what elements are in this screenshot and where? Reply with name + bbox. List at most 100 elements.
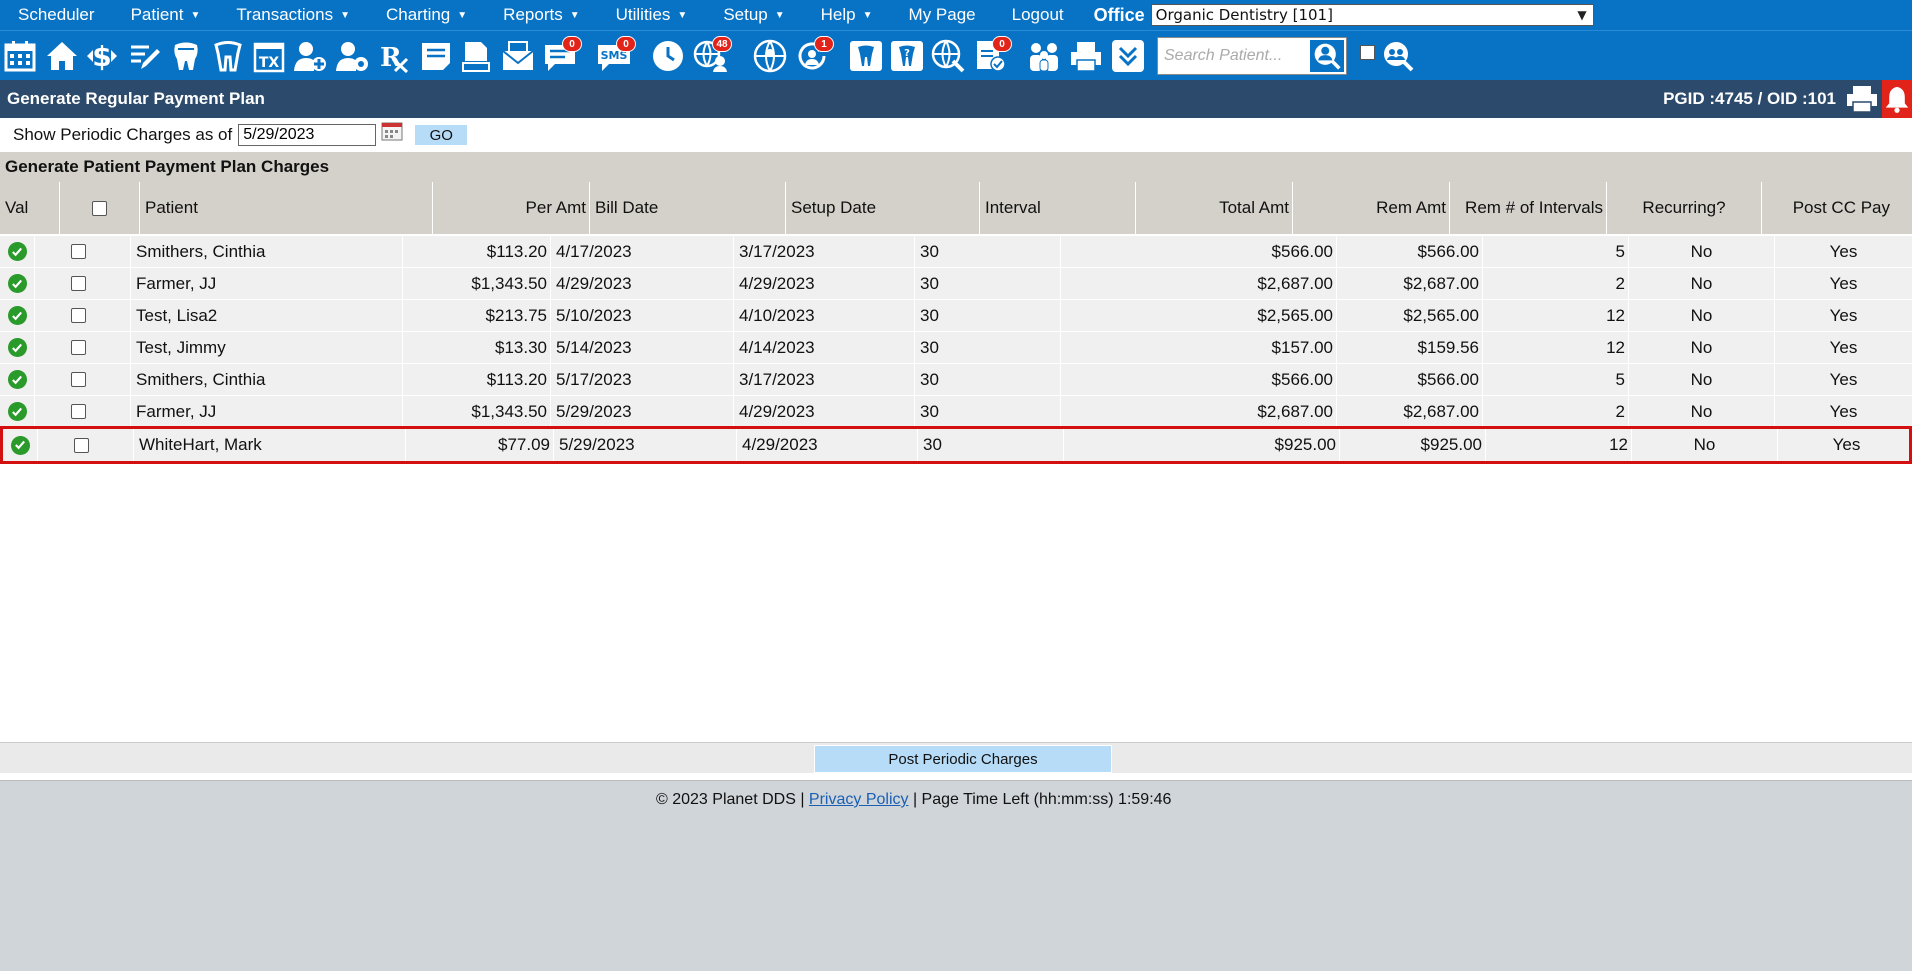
top-menu-bar: Scheduler Patient ▼ Transactions ▼ Chartin… bbox=[0, 0, 1912, 30]
row-checkbox[interactable] bbox=[71, 372, 86, 387]
menu-logout[interactable]: Logout bbox=[994, 0, 1082, 30]
cell-interval: 30 bbox=[917, 429, 1063, 461]
notes-edit-icon[interactable] bbox=[126, 38, 162, 74]
clinical-notes-icon[interactable] bbox=[418, 38, 454, 74]
search-patient-input[interactable] bbox=[1158, 46, 1316, 66]
row-checkbox[interactable] bbox=[74, 437, 89, 453]
menu-setup[interactable]: Setup ▼ bbox=[705, 0, 802, 30]
table-row[interactable]: Test, Jimmy $13.30 5/14/2023 4/14/2023 30 $15… bbox=[0, 332, 1912, 364]
bell-icon[interactable] bbox=[1882, 80, 1912, 118]
payment-icon[interactable]: $ bbox=[84, 38, 120, 74]
toolbar-checkbox[interactable] bbox=[1360, 45, 1375, 60]
row-checkbox[interactable] bbox=[71, 404, 86, 419]
privacy-policy-link[interactable]: Privacy Policy bbox=[809, 791, 909, 808]
table-row[interactable]: Smithers, Cinthia $113.20 4/17/2023 3/17/20… bbox=[0, 236, 1912, 268]
cell-bill-date: 4/29/2023 bbox=[550, 268, 733, 299]
valid-check-icon bbox=[10, 435, 30, 455]
page-title: Generate Regular Payment Plan bbox=[7, 89, 265, 108]
web-people-icon[interactable] bbox=[752, 38, 788, 74]
perio-chart-icon[interactable] bbox=[848, 38, 884, 74]
valid-check-icon bbox=[7, 274, 27, 293]
home-icon[interactable] bbox=[44, 38, 80, 74]
expand-down-icon[interactable] bbox=[1110, 38, 1146, 74]
menu-label: Setup bbox=[723, 5, 768, 24]
select-all-checkbox[interactable] bbox=[92, 200, 107, 216]
online-patients-icon[interactable]: 48 bbox=[692, 36, 732, 74]
col-header-recurring[interactable]: Recurring? bbox=[1606, 182, 1761, 234]
sms-icon[interactable]: SMS 0 bbox=[596, 36, 636, 74]
print-icon[interactable] bbox=[1068, 38, 1104, 74]
cell-interval: 30 bbox=[914, 236, 1060, 267]
cell-per-amt: $113.20 bbox=[402, 364, 550, 395]
row-checkbox[interactable] bbox=[71, 276, 86, 291]
menu-transactions[interactable]: Transactions ▼ bbox=[218, 0, 368, 30]
cell-recurring: No bbox=[1628, 364, 1774, 395]
menu-label: Reports bbox=[503, 5, 563, 24]
menu-patient[interactable]: Patient ▼ bbox=[113, 0, 219, 30]
valid-check-icon bbox=[7, 338, 27, 357]
tooth-icon[interactable] bbox=[210, 38, 246, 74]
menu-my-page[interactable]: My Page bbox=[891, 0, 994, 30]
row-checkbox[interactable] bbox=[71, 308, 86, 323]
col-header-post-cc[interactable]: Post CC Pay bbox=[1761, 182, 1912, 234]
table-row-highlighted[interactable]: WhiteHart, Mark $77.09 5/29/2023 4/29/2023 3… bbox=[0, 426, 1912, 464]
post-periodic-charges-button[interactable]: Post Periodic Charges bbox=[814, 745, 1112, 773]
cell-per-amt: $1,343.50 bbox=[402, 396, 550, 427]
col-header-interval[interactable]: Interval bbox=[979, 182, 1135, 234]
col-header-total-amt[interactable]: Total Amt bbox=[1135, 182, 1292, 234]
cell-bill-date: 4/17/2023 bbox=[550, 236, 733, 267]
web-search-icon[interactable] bbox=[930, 38, 966, 74]
col-header-rem-amt[interactable]: Rem Amt bbox=[1292, 182, 1449, 234]
office-select[interactable]: Organic Dentistry [101] ▼ bbox=[1150, 4, 1594, 26]
valid-check-icon bbox=[7, 370, 27, 389]
col-header-per-amt[interactable]: Per Amt bbox=[432, 182, 589, 234]
printer-icon[interactable] bbox=[1845, 84, 1879, 114]
row-checkbox[interactable] bbox=[71, 244, 86, 259]
add-patient-icon[interactable] bbox=[292, 38, 328, 74]
row-checkbox[interactable] bbox=[71, 340, 86, 355]
treatment-plan-icon[interactable]: TX bbox=[251, 38, 287, 74]
menu-utilities[interactable]: Utilities ▼ bbox=[598, 0, 706, 30]
col-header-rem-intervals[interactable]: Rem # of Intervals bbox=[1449, 182, 1606, 234]
forms-icon[interactable]: 0 bbox=[972, 36, 1012, 74]
menu-charting[interactable]: Charting ▼ bbox=[368, 0, 485, 30]
family-icon[interactable] bbox=[1026, 38, 1062, 74]
group-search-icon[interactable] bbox=[1380, 38, 1416, 74]
messages-icon[interactable]: 0 bbox=[542, 36, 582, 74]
table-row[interactable]: Test, Lisa2 $213.75 5/10/2023 4/10/2023 30 $2… bbox=[0, 300, 1912, 332]
cell-patient: Farmer, JJ bbox=[130, 396, 402, 427]
recall-icon[interactable]: 1 bbox=[794, 36, 834, 74]
prescription-icon[interactable]: R bbox=[376, 38, 412, 74]
cell-interval: 30 bbox=[914, 396, 1060, 427]
menu-scheduler[interactable]: Scheduler bbox=[0, 0, 113, 30]
calendar-icon[interactable] bbox=[2, 38, 38, 74]
table-row[interactable]: Farmer, JJ $1,343.50 4/29/2023 4/29/2023 30 $… bbox=[0, 268, 1912, 300]
clock-icon[interactable] bbox=[650, 38, 686, 74]
tooth-question-icon[interactable]: ? bbox=[889, 38, 925, 74]
menu-reports[interactable]: Reports ▼ bbox=[485, 0, 597, 30]
as-of-date-input[interactable] bbox=[238, 124, 377, 146]
col-header-bill-date[interactable]: Bill Date bbox=[589, 182, 785, 234]
page-title-bar: Generate Regular Payment Plan PGID :4745… bbox=[0, 80, 1912, 118]
col-header-setup-date[interactable]: Setup Date bbox=[785, 182, 979, 234]
menu-help[interactable]: Help ▼ bbox=[803, 0, 891, 30]
table-row[interactable]: Farmer, JJ $1,343.50 5/29/2023 4/29/2023 30 $… bbox=[0, 396, 1912, 428]
calendar-picker-icon[interactable] bbox=[381, 121, 403, 141]
go-button[interactable]: GO bbox=[415, 125, 468, 145]
tooth-chart-icon[interactable] bbox=[168, 38, 204, 74]
patient-settings-icon[interactable] bbox=[334, 38, 370, 74]
caret-down-icon: ▼ bbox=[190, 9, 201, 21]
table-row[interactable]: Smithers, Cinthia $113.20 5/17/2023 3/17/20… bbox=[0, 364, 1912, 396]
documents-icon[interactable] bbox=[458, 38, 494, 74]
col-header-patient[interactable]: Patient bbox=[139, 182, 432, 234]
cell-post-cc: Yes bbox=[1774, 364, 1912, 395]
table-header: Val Patient Per Amt Bill Date Setup Date… bbox=[0, 182, 1912, 234]
cell-rem-intervals: 2 bbox=[1482, 268, 1628, 299]
cell-recurring: No bbox=[1628, 268, 1774, 299]
footer-text: © 2023 Planet DDS | Privacy Policy | Pag… bbox=[656, 791, 1171, 809]
patient-search bbox=[1157, 37, 1347, 75]
cell-rem-intervals: 12 bbox=[1482, 332, 1628, 363]
search-patient-button[interactable] bbox=[1308, 38, 1346, 74]
icon-toolbar: $ TX R 0 SMS 0 48 1 ? 0 Search Patient..… bbox=[0, 30, 1912, 80]
mail-icon[interactable] bbox=[500, 38, 536, 74]
